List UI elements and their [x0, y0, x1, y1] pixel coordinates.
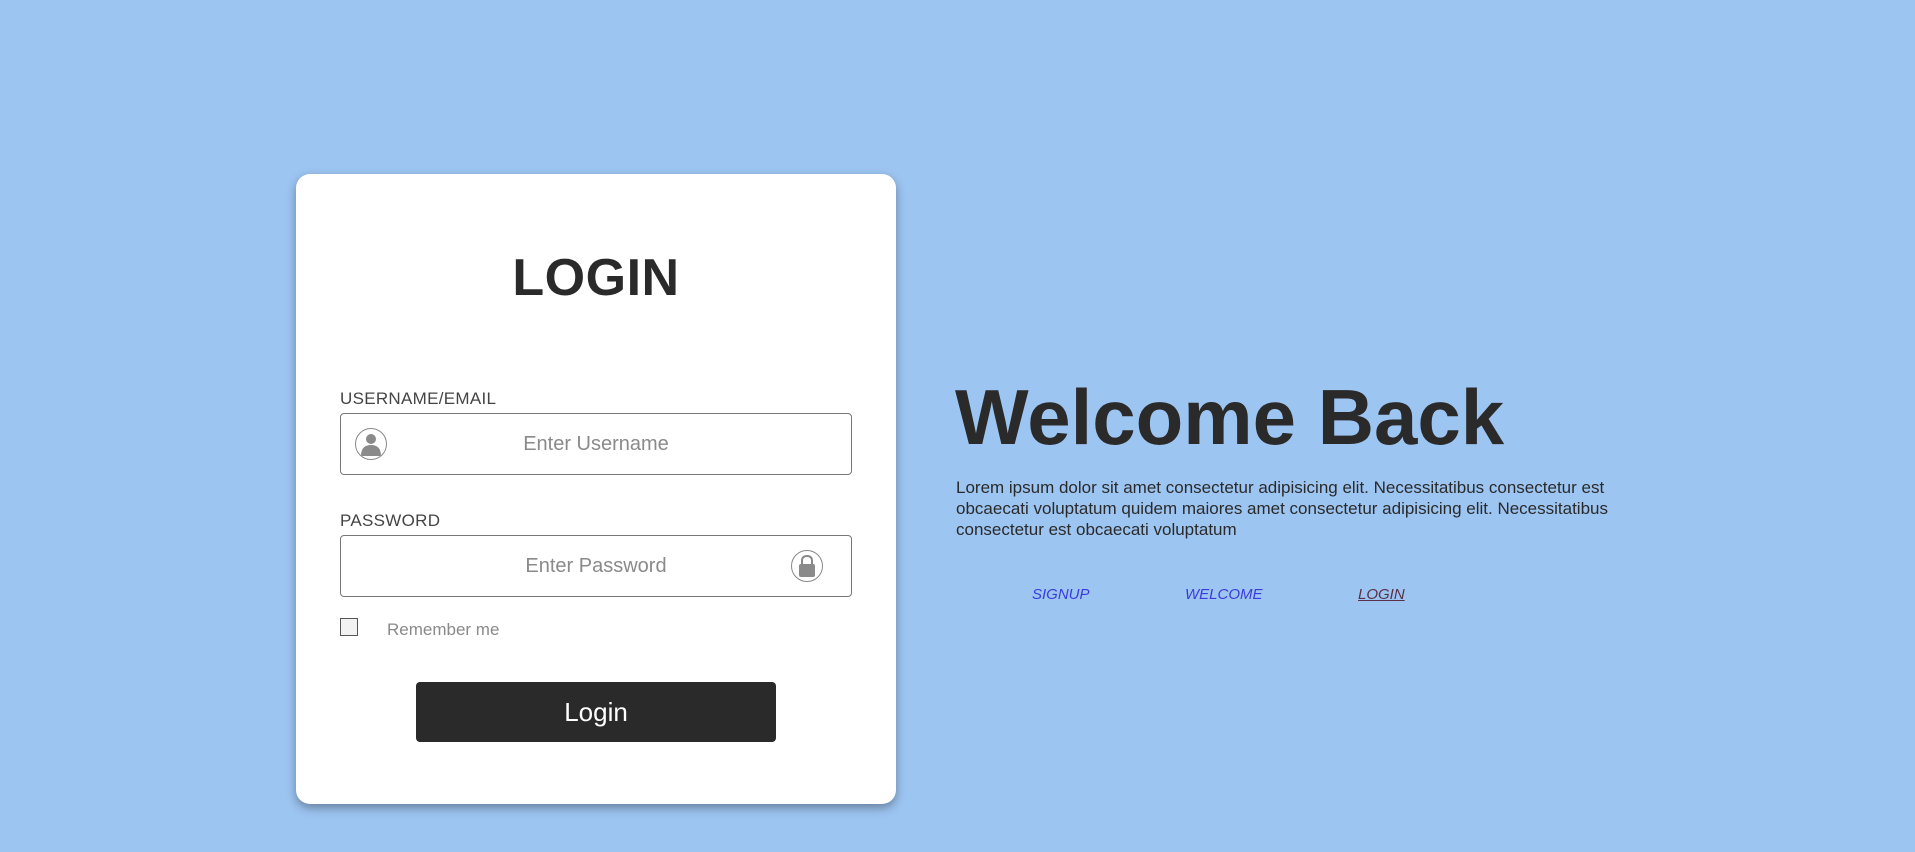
page: LOGIN USERNAME/EMAIL PASSWORD — [0, 0, 1915, 852]
nav-link-login[interactable]: LOGIN — [1358, 586, 1405, 603]
username-input[interactable] — [341, 414, 851, 474]
nav-link-signup[interactable]: SIGNUP — [1032, 586, 1090, 603]
password-field-container — [340, 535, 852, 597]
remember-label: Remember me — [387, 620, 500, 639]
login-title: LOGIN — [512, 249, 680, 307]
remember-checkbox[interactable] — [340, 618, 358, 636]
password-input[interactable] — [341, 536, 851, 596]
username-field-container — [340, 413, 852, 475]
username-label: USERNAME/EMAIL — [340, 389, 497, 408]
login-card: LOGIN USERNAME/EMAIL PASSWORD — [296, 174, 896, 804]
login-button[interactable]: Login — [416, 682, 776, 742]
welcome-text: Lorem ipsum dolor sit amet consectetur a… — [956, 478, 1608, 539]
nav-link-welcome[interactable]: WELCOME — [1185, 586, 1263, 603]
password-label: PASSWORD — [340, 511, 441, 530]
lock-icon — [791, 550, 823, 582]
welcome-title: Welcome Back — [955, 373, 1505, 461]
